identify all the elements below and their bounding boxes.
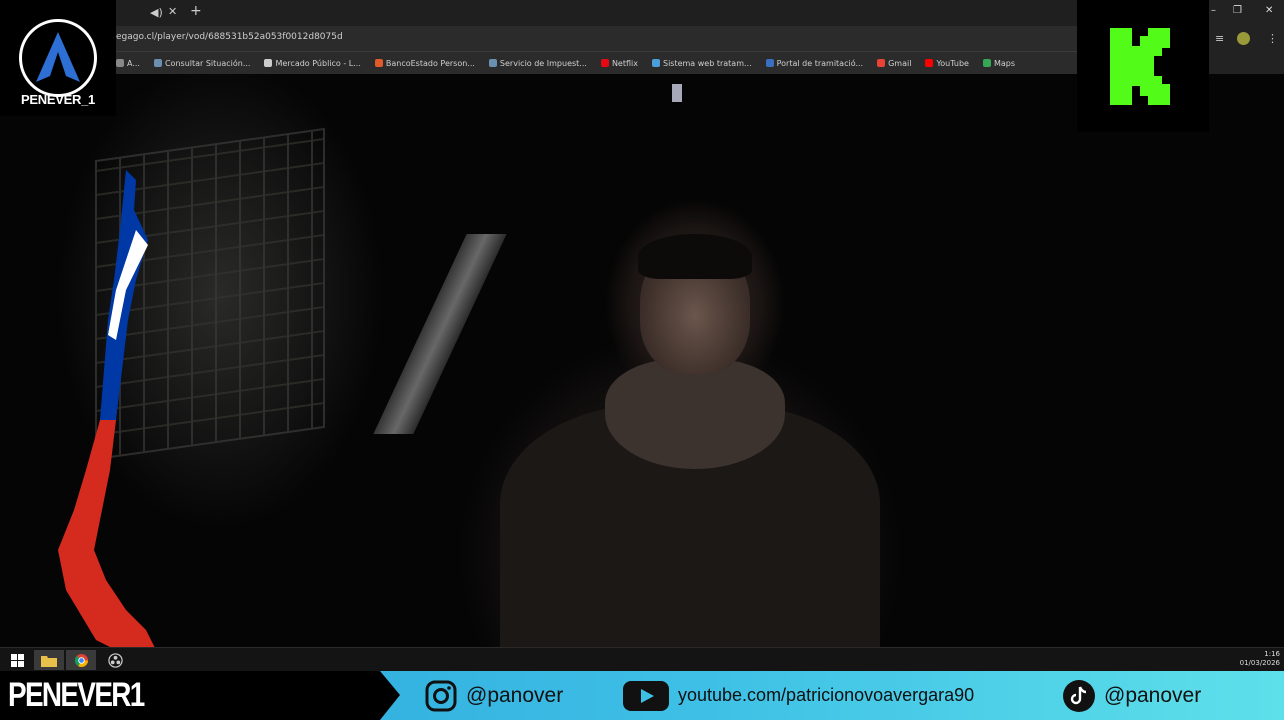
windows-taskbar: 1:16 01/03/2026 <box>0 647 1284 671</box>
bookmark-favicon-icon <box>765 59 774 67</box>
channel-logo: PENEVER_1 <box>0 0 116 116</box>
clock-date: 01/03/2026 <box>1239 659 1280 667</box>
tab-search-icon[interactable]: ≡ <box>1215 32 1224 45</box>
bookmark-item[interactable]: Mercado Público - L... <box>264 58 361 68</box>
bookmark-item[interactable]: A... <box>116 59 140 68</box>
close-tab-icon[interactable]: ✕ <box>168 5 177 18</box>
bookmark-label: Portal de tramitació... <box>776 58 864 68</box>
bookmark-label: A... <box>127 58 140 68</box>
chrome-icon[interactable] <box>66 650 96 670</box>
bookmark-favicon-icon <box>982 59 991 67</box>
bookmark-favicon-icon <box>877 59 886 67</box>
kick-logo-panel <box>1077 0 1209 132</box>
bookmark-label: Gmail <box>888 58 912 68</box>
bookmark-item[interactable]: Portal de tramitació... <box>765 58 864 68</box>
bookmark-label: Mercado Público - L... <box>275 58 361 68</box>
file-explorer-icon[interactable] <box>34 650 64 670</box>
system-clock[interactable]: 1:16 01/03/2026 <box>1240 650 1280 668</box>
tiktok-icon <box>1063 679 1095 712</box>
ceiling-light <box>672 84 682 102</box>
bookmark-item[interactable]: Sistema web tratam... <box>651 58 752 68</box>
bookmark-item[interactable]: Consultar Situación... <box>153 58 251 68</box>
new-tab-icon[interactable]: + <box>190 3 202 19</box>
kick-logo-icon <box>1110 28 1170 105</box>
bookmark-favicon-icon <box>264 59 273 67</box>
instagram-icon <box>425 680 457 711</box>
vehicle-pillar <box>373 234 507 434</box>
bookmark-label: BancoEstado Person... <box>385 58 475 68</box>
bookmark-favicon-icon <box>116 59 124 67</box>
speaker-icon[interactable]: ◀) <box>150 6 163 19</box>
bookmark-item[interactable]: BancoEstado Person... <box>374 58 475 68</box>
tiktok-handle: @panover <box>1062 671 1201 720</box>
bookmark-label: Servicio de Impuest... <box>499 58 587 68</box>
bookmark-label: Sistema web tratam... <box>662 58 752 68</box>
profile-avatar-icon[interactable] <box>1237 32 1250 45</box>
bookmarks-bar: A... Consultar Situación... Mercado Públic… <box>116 51 1077 74</box>
bookmark-label: Netflix <box>611 58 638 68</box>
bookmark-favicon-icon <box>651 59 660 67</box>
bookmark-item[interactable]: Servicio de Impuest... <box>488 58 587 68</box>
browser-tab-bar: ◀) ✕ + <box>116 0 1077 26</box>
browser-right-controls: – ❐ ✕ ≡ ⋮ <box>1209 0 1284 74</box>
clock-time: 1:16 <box>1264 650 1280 658</box>
bookmark-label: Consultar Situación... <box>164 58 251 68</box>
url-text[interactable]: egago.cl/player/vod/688531b52a053f0012d8… <box>116 32 343 42</box>
bookmark-favicon-icon <box>600 59 609 67</box>
address-bar[interactable]: egago.cl/player/vod/688531b52a053f0012d8… <box>116 26 1077 51</box>
bookmark-label: Maps <box>993 58 1016 68</box>
instagram-text: @panover <box>466 683 564 707</box>
bookmark-favicon-icon <box>925 59 934 67</box>
youtube-icon <box>623 680 669 711</box>
brand-block: PENEVER1 <box>0 671 400 720</box>
social-banner: PENEVER1 @panover youtube.com/patriciono… <box>0 671 1284 720</box>
youtube-channel: youtube.com/patricionovoavergara90 <box>622 671 974 720</box>
youtube-text: youtube.com/patricionovoavergara90 <box>678 685 975 705</box>
person-collar <box>605 359 785 469</box>
bookmark-label: YouTube <box>936 58 969 68</box>
minimize-icon[interactable]: – <box>1211 5 1216 16</box>
logo-circle <box>19 19 97 97</box>
windows-start-icon[interactable] <box>2 650 32 670</box>
instagram-handle: @panover <box>424 671 563 720</box>
bookmark-favicon-icon <box>153 59 162 67</box>
logo-text: PENEVER_1 <box>21 92 95 107</box>
bookmark-item[interactable]: Netflix <box>600 58 638 68</box>
bookmark-favicon-icon <box>488 59 497 67</box>
person-hair <box>638 234 752 279</box>
arrow-logo-icon <box>36 32 80 82</box>
tiktok-text: @panover <box>1104 683 1202 707</box>
obs-icon[interactable] <box>100 650 130 670</box>
chile-flag-map <box>58 170 156 655</box>
bookmark-item[interactable]: Maps <box>982 58 1016 68</box>
menu-icon[interactable]: ⋮ <box>1267 32 1278 45</box>
restore-icon[interactable]: ❐ <box>1233 5 1242 16</box>
brand-name: PENEVER1 <box>8 676 145 714</box>
bookmark-favicon-icon <box>374 59 383 67</box>
window-close-icon[interactable]: ✕ <box>1265 5 1273 16</box>
video-player[interactable] <box>0 74 1284 647</box>
bookmark-item[interactable]: YouTube <box>925 59 969 68</box>
bookmark-item[interactable]: Gmail <box>877 59 911 68</box>
